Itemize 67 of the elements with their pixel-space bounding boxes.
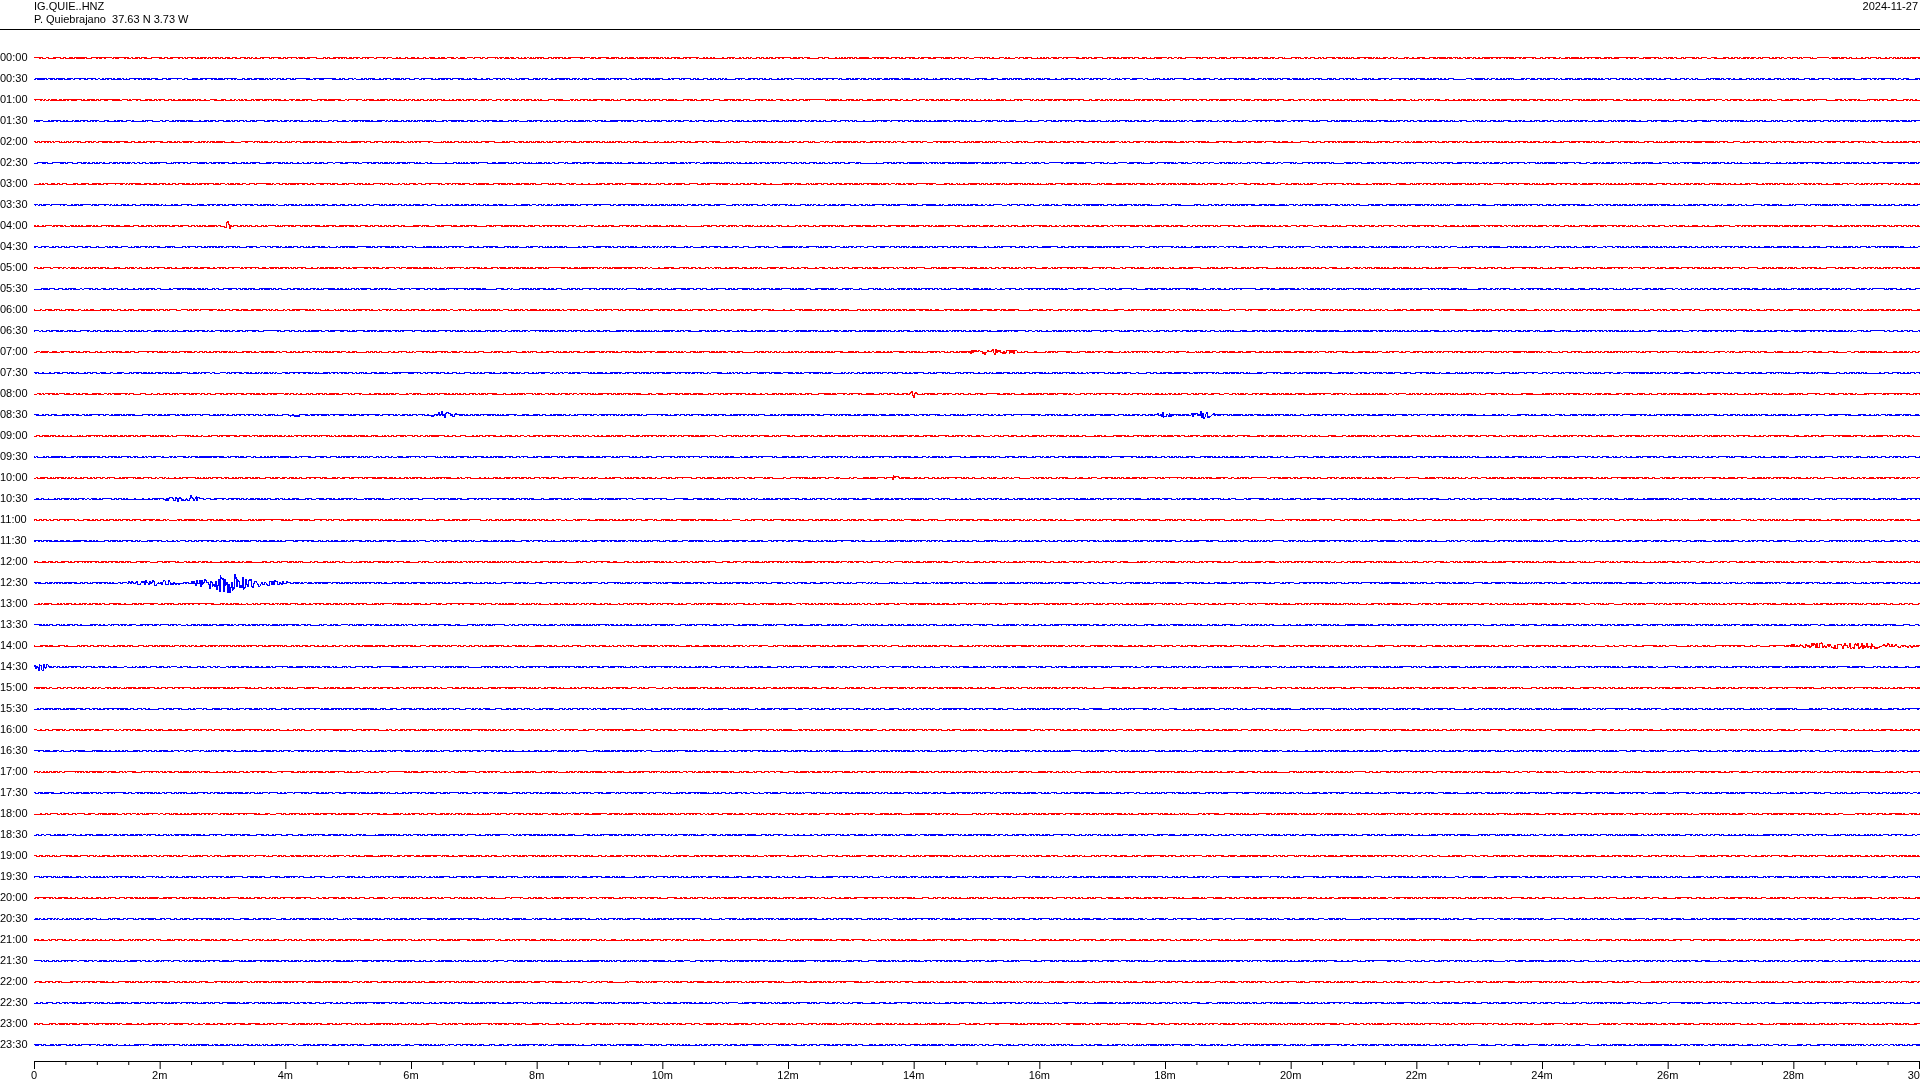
time-label: 09:30 <box>0 450 29 463</box>
tick-label: 0 <box>31 1069 38 1080</box>
time-label: 18:30 <box>0 828 29 841</box>
time-label: 06:30 <box>0 324 29 337</box>
time-label: 13:00 <box>0 597 29 610</box>
time-label: 01:30 <box>0 114 29 127</box>
time-label: 17:00 <box>0 765 29 778</box>
tick-label: 2m <box>152 1069 168 1080</box>
time-label: 08:30 <box>0 408 29 421</box>
time-label: 00:30 <box>0 72 29 85</box>
time-label: 13:30 <box>0 618 29 631</box>
time-label: 07:30 <box>0 366 29 379</box>
tick-label: 18m <box>1154 1069 1176 1080</box>
time-label: 15:30 <box>0 702 29 715</box>
time-label: 20:30 <box>0 912 29 925</box>
station-info: P. Quiebrajano 37.63 N 3.73 W <box>34 13 189 26</box>
tick-label: 14m <box>902 1069 925 1080</box>
time-label: 14:30 <box>0 660 29 673</box>
time-label: 11:00 <box>0 513 28 526</box>
time-label: 12:30 <box>0 576 29 589</box>
time-label: 05:30 <box>0 282 29 295</box>
date-label: 2024-11-27 <box>1862 0 1918 14</box>
time-label: 02:00 <box>0 135 29 148</box>
time-label: 03:00 <box>0 177 29 190</box>
tick-label: 16m <box>1028 1069 1051 1080</box>
tick-label: 30 <box>1907 1069 1920 1080</box>
tick-label: 12m <box>777 1069 799 1080</box>
time-label: 19:30 <box>0 870 29 883</box>
time-label: 03:30 <box>0 198 29 211</box>
time-label: 08:00 <box>0 387 29 400</box>
tick-label: 20m <box>1279 1069 1302 1080</box>
time-label: 19:00 <box>0 849 29 862</box>
time-label: 23:30 <box>0 1038 29 1051</box>
time-label: 04:00 <box>0 219 29 232</box>
tick-label: 4m <box>277 1069 293 1080</box>
time-label: 22:30 <box>0 996 29 1009</box>
time-label: 12:00 <box>0 555 29 568</box>
time-label: 10:00 <box>0 471 29 484</box>
tick-label: 6m <box>403 1069 419 1080</box>
tick-label: 28m <box>1782 1069 1805 1080</box>
time-label: 11:30 <box>0 534 28 547</box>
tick-label: 26m <box>1656 1069 1679 1080</box>
time-label: 16:30 <box>0 744 29 757</box>
time-label: 18:00 <box>0 807 29 820</box>
time-label: 20:00 <box>0 891 29 904</box>
tick-label: 22m <box>1405 1069 1428 1080</box>
time-label: 14:00 <box>0 639 29 652</box>
time-label: 07:00 <box>0 345 29 358</box>
time-label: 10:30 <box>0 492 29 505</box>
time-label: 00:00 <box>0 51 29 64</box>
time-label: 22:00 <box>0 975 29 988</box>
time-label: 17:30 <box>0 786 29 799</box>
time-label: 21:30 <box>0 954 29 967</box>
time-label: 01:00 <box>0 93 29 106</box>
tick-label: 10m <box>651 1069 674 1080</box>
time-label: 05:00 <box>0 261 29 274</box>
time-label: 04:30 <box>0 240 29 253</box>
time-label: 23:00 <box>0 1017 29 1030</box>
time-label: 21:00 <box>0 933 29 946</box>
tick-label: 24m <box>1531 1069 1553 1080</box>
tick-label: 8m <box>529 1069 545 1080</box>
channel-code: IG.QUIE..HNZ <box>34 0 106 13</box>
time-label: 02:30 <box>0 156 29 169</box>
time-label: 06:00 <box>0 303 29 316</box>
time-label: 09:00 <box>0 429 29 442</box>
time-label: 15:00 <box>0 681 29 694</box>
time-label: 16:00 <box>0 723 29 736</box>
